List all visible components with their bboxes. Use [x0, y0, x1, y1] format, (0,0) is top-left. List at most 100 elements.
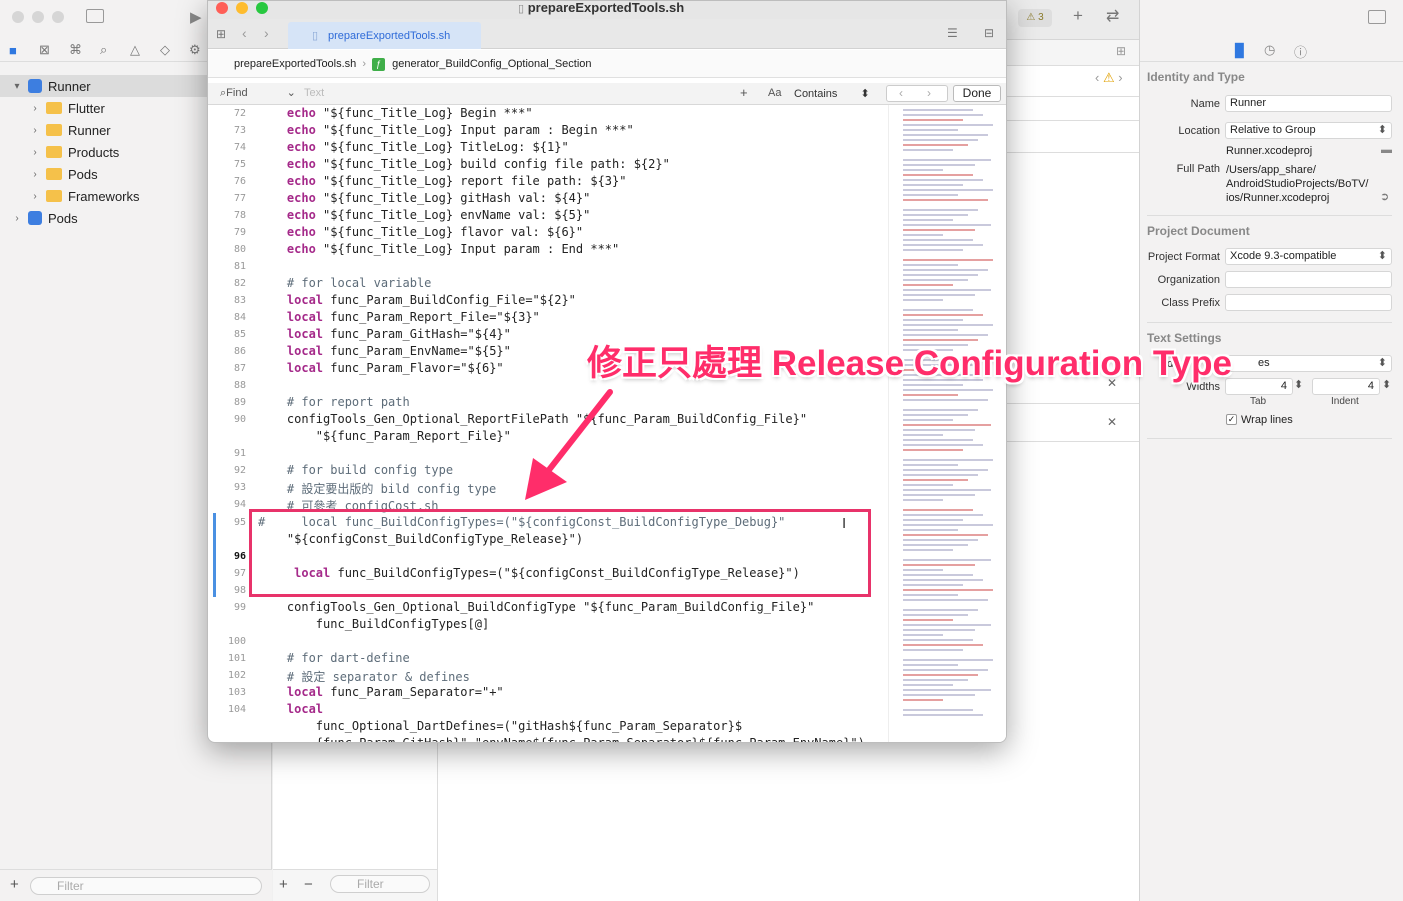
minimap-line [903, 584, 963, 586]
line-number: 86 [233, 346, 246, 357]
lines-icon[interactable]: ☰ [947, 26, 958, 40]
add-icon[interactable]: + [1073, 6, 1083, 26]
folder-reveal-icon[interactable]: ▬ [1381, 144, 1392, 156]
minimap-line [903, 599, 988, 601]
project-icon [28, 211, 42, 225]
add-icon[interactable]: + [10, 876, 19, 893]
symbol-icon[interactable]: ⌘ [69, 42, 82, 58]
tab-width-field[interactable]: 4 [1225, 378, 1293, 395]
zoom-window-button[interactable] [256, 2, 268, 14]
chevron-right-icon[interactable]: › [30, 191, 40, 202]
divider [1147, 438, 1392, 439]
location-select[interactable]: Relative to Group ⬍ [1225, 122, 1392, 139]
code-line: echo "${func_Title_Log} Begin ***" [286, 106, 533, 120]
minimap-line [903, 439, 973, 441]
chevron-right-icon[interactable]: › [30, 147, 40, 158]
minimap-line [903, 634, 943, 636]
close-window-button[interactable] [216, 2, 228, 14]
chevron-down-icon[interactable]: ▾ [12, 81, 22, 92]
swap-icon[interactable]: ⇄ [1106, 6, 1119, 26]
file-inspector-icon[interactable]: ▉ [1235, 43, 1245, 59]
code-line: echo "${func_Title_Log} build config fil… [286, 157, 670, 171]
add-editor-icon[interactable]: ⊟ [984, 26, 994, 40]
chevron-right-icon[interactable]: › [30, 125, 40, 136]
navigator-footer: + Filter [0, 869, 272, 901]
add-icon[interactable]: + [279, 876, 288, 893]
done-button[interactable]: Done [953, 85, 1001, 102]
history-icon[interactable]: ◷ [1264, 42, 1275, 58]
code-line: echo "${func_Title_Log} report file path… [286, 174, 627, 188]
run-icon[interactable]: ▶ [190, 8, 202, 26]
minimize-window-button[interactable] [236, 2, 248, 14]
window-title: ▯ prepareExportedTools.sh [518, 1, 684, 15]
minimap-line [903, 224, 991, 226]
search-icon[interactable]: ⌕ [100, 42, 107, 58]
line-number: 82 [233, 278, 246, 289]
code-line: echo "${func_Title_Log} Input param : Be… [286, 123, 634, 137]
minimap-line [903, 689, 991, 691]
issue-navigation[interactable]: ‹ ⚠ › [1095, 70, 1123, 86]
breadcrumb-file[interactable]: prepareExportedTools.sh [234, 58, 356, 70]
code-line: # for build config type [258, 463, 454, 477]
indent-width-field[interactable]: 4 [1312, 378, 1380, 395]
back-icon[interactable]: ‹ [242, 25, 247, 41]
tab-bar: ⊞ ‹ › ▯ prepareExportedTools.sh ☰ ⊟ [208, 19, 1006, 49]
navigator-item-label: Pods [48, 210, 78, 226]
stepper-icon[interactable]: ⬍ [1382, 378, 1391, 391]
find-mode-select[interactable]: ⌕Find ⌄ [220, 86, 296, 100]
minimap-line [903, 299, 943, 301]
organization-field[interactable] [1225, 271, 1392, 288]
tab-prepareexportedtools[interactable]: ▯ prepareExportedTools.sh [288, 22, 481, 49]
split-icon[interactable]: ⊞ [1116, 44, 1126, 58]
minimap-line [903, 459, 993, 461]
minimap-line [903, 164, 975, 166]
remove-icon[interactable]: − [304, 876, 313, 893]
warning-badge[interactable]: ⚠ 3 [1018, 9, 1052, 27]
minimap[interactable] [888, 105, 1006, 742]
breadcrumb-symbol[interactable]: generator_BuildConfig_Optional_Section [392, 58, 591, 70]
next-icon[interactable]: › [927, 86, 931, 100]
chevron-right-icon: › [362, 58, 367, 70]
project-format-select[interactable]: Xcode 9.3-compatible ⬍ [1225, 248, 1392, 265]
indent-using-select[interactable]: es ⬍ [1225, 355, 1392, 372]
match-case-toggle[interactable]: Aa [768, 87, 781, 99]
source-control-icon[interactable]: ⊠ [39, 42, 50, 58]
highlight-box [249, 509, 871, 597]
chevron-right-icon[interactable]: › [30, 103, 40, 114]
debug-icon[interactable]: ⚙ [189, 42, 201, 58]
close-icon[interactable]: ✕ [1107, 415, 1117, 429]
line-number: 74 [233, 142, 246, 153]
find-bar: ⌕Find ⌄ Text + Aa Contains ⬍ ‹ › Done [208, 83, 1006, 105]
minimap-line [903, 149, 953, 151]
match-select[interactable]: Contains ⬍ [794, 87, 870, 100]
reveal-arrow-icon[interactable]: ➲ [1380, 190, 1389, 203]
minimap-line [903, 624, 991, 626]
test-icon[interactable]: ◇ [160, 42, 170, 58]
indent-value: es [1258, 357, 1270, 369]
help-icon[interactable]: ⓘ [1294, 42, 1307, 61]
find-input[interactable]: Text [304, 87, 324, 99]
minimap-line [903, 614, 968, 616]
folder-icon[interactable]: ■ [9, 43, 17, 58]
issue-icon[interactable]: △ [130, 42, 140, 58]
previous-icon[interactable]: ‹ [899, 86, 903, 100]
forward-icon[interactable]: › [264, 25, 269, 41]
chevron-right-icon[interactable]: › [30, 169, 40, 180]
minimap-line [903, 219, 953, 221]
fullpath-line: AndroidStudioProjects/BoTV/ [1226, 178, 1369, 190]
grid-icon[interactable]: ⊞ [216, 27, 226, 41]
name-field[interactable]: Runner [1225, 95, 1392, 112]
navigator-filter-input[interactable]: Filter [30, 877, 262, 895]
stepper-icon[interactable]: ⬍ [1294, 378, 1303, 391]
sidebar-toggle-icon[interactable] [86, 9, 104, 23]
chevron-right-icon[interactable]: › [12, 213, 22, 224]
targets-filter-input[interactable]: Filter [330, 875, 430, 893]
minimap-line [903, 314, 983, 316]
line-number: 93 [233, 482, 246, 493]
inspector-toggle-icon[interactable] [1368, 10, 1386, 24]
minimap-line [903, 714, 983, 716]
wrap-lines-checkbox[interactable]: ✓ [1226, 414, 1237, 425]
find-navigation[interactable]: ‹ › [886, 85, 948, 102]
add-pattern-icon[interactable]: + [740, 85, 748, 100]
class-prefix-field[interactable] [1225, 294, 1392, 311]
